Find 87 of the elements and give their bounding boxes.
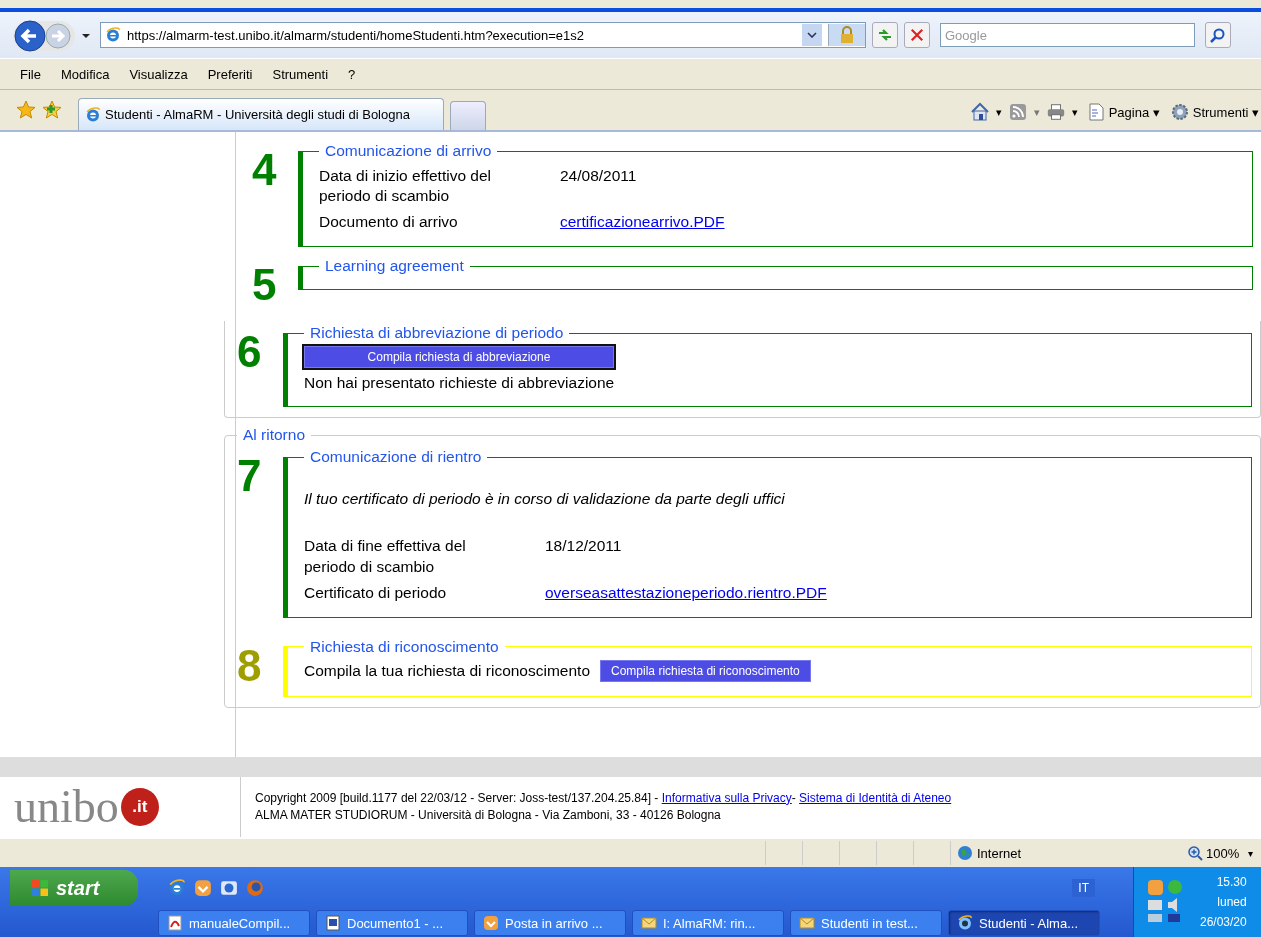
menu-item[interactable]: Preferiti: [207, 66, 253, 82]
document-icon: [325, 915, 341, 931]
address-text: ALMA MATER STUDIORUM - Università di Bologna - Via Zamboni, 33 - 40126 Bologna: [255, 807, 722, 824]
search-icon: [1210, 27, 1226, 43]
section-number: 7: [237, 450, 263, 499]
browser-tab[interactable]: Studenti - AlmaRM - Università degli studi di Bologna: [78, 98, 444, 130]
search-field[interactable]: Google: [940, 23, 1195, 47]
start-button[interactable]: start: [10, 870, 138, 906]
field-value: 18/12/2011: [545, 536, 623, 557]
feed-icon[interactable]: [1007, 102, 1028, 122]
menu-item[interactable]: File: [20, 66, 41, 82]
menu-item[interactable]: Strumenti: [272, 66, 329, 82]
browser-icon: [85, 106, 101, 123]
menu-item[interactable]: ?: [348, 66, 356, 82]
section-title: Richiesta di abbreviazione di periodo: [309, 324, 565, 343]
printer-icon[interactable]: [1045, 102, 1066, 122]
request-button[interactable]: Compila richiesta di abbreviazione: [304, 346, 614, 369]
dropdown-icon[interactable]: [802, 24, 822, 46]
add-favorite-icon[interactable]: [42, 100, 62, 120]
padlock-icon[interactable]: [828, 24, 865, 46]
caret-icon[interactable]: ▾: [995, 105, 1002, 119]
copyright-text: Copyright 2009 [build.1177 del 22/03/12 - Server: Joss-test/137.204.25.84] -: [255, 790, 660, 805]
clock-day: luned: [1217, 895, 1247, 909]
request-button[interactable]: Compila richiesta di riconoscimento: [600, 659, 811, 682]
star-icon[interactable]: [16, 100, 36, 120]
browser-icon: [957, 915, 973, 931]
file-link[interactable]: certificazionearrivo.PDF: [560, 212, 1236, 233]
section-title: Learning agreement: [324, 257, 465, 276]
search-button[interactable]: [1205, 22, 1231, 48]
security-zone: Internet: [950, 841, 1167, 865]
action-text: Compila la tua richiesta di riconoscimento: [304, 661, 591, 680]
separator-text: -: [791, 790, 797, 805]
command-menu[interactable]: Pagina ▾: [1083, 102, 1162, 122]
section-number: 8: [237, 639, 263, 688]
section-number: 6: [237, 326, 263, 375]
menu-item[interactable]: Visualizza: [129, 66, 188, 82]
section-title: Comunicazione di arrivo: [324, 142, 493, 160]
privacy-link[interactable]: Informativa sulla Privacy: [661, 790, 792, 805]
zoom-control[interactable]: 100% ▾: [1187, 845, 1254, 861]
pdf-icon: [167, 915, 183, 931]
address-text: https://almarm-test.unibo.it/almarm/studenti/homeStudenti.htm?execution=e1s2: [127, 27, 586, 43]
taskbar-button[interactable]: I: AlmaRM: rin...: [632, 910, 784, 936]
browser-icon: [168, 879, 186, 897]
section-number: 4: [252, 144, 278, 192]
university-logo[interactable]: unibo .it: [0, 777, 241, 837]
tab-title: Studenti - AlmaRM - Università degli studi di Bologna: [105, 107, 410, 122]
taskbar-button[interactable]: Documento1 - ...: [316, 910, 468, 936]
zoom-icon: [1187, 845, 1203, 861]
taskbar-button[interactable]: manualeCompil...: [158, 910, 310, 936]
menu-item[interactable]: Modifica: [60, 66, 110, 82]
language-indicator[interactable]: IT: [1072, 879, 1095, 897]
caret-icon[interactable]: ▾: [1071, 105, 1078, 119]
identity-link[interactable]: Sistema di Identità di Ateneo: [799, 790, 952, 805]
taskbar-button[interactable]: Studenti in test...: [790, 910, 942, 936]
mail-app-icon: [483, 915, 499, 931]
browser-icon: [105, 27, 121, 43]
field-value: 24/08/2011: [560, 166, 638, 186]
windows-logo-icon: [30, 878, 50, 898]
field-label: Documento di arrivo: [319, 212, 459, 233]
envelope-icon: [799, 915, 815, 931]
envelope-icon: [641, 915, 657, 931]
section-number: 5: [252, 259, 278, 308]
section-title: Comunicazione di rientro: [309, 448, 483, 467]
close-icon: [910, 28, 924, 42]
field-label: Data di fine effettiva del periodo di scambio: [304, 536, 467, 577]
clock-time: 15.30: [1216, 875, 1247, 889]
field-label: Data di inizio effettivo del periodo di scambio: [319, 166, 493, 207]
stop-button[interactable]: [904, 22, 930, 48]
refresh-button[interactable]: [872, 22, 898, 48]
file-link[interactable]: overseasattestazioneperiodo.rientro.PDF: [545, 582, 1235, 603]
caret-icon[interactable]: ▾: [1033, 105, 1040, 119]
clock-date: 26/03/20: [1200, 915, 1247, 929]
status-message: Il tuo certificato di periodo è in corso di validazione da parte degli uffici: [304, 490, 786, 509]
taskbar-button[interactable]: Posta in arrivo ...: [474, 910, 626, 936]
section-title: Richiesta di riconoscimento: [309, 637, 500, 656]
address-field[interactable]: https://almarm-test.unibo.it/almarm/studenti/homeStudenti.htm?execution=e1s2: [100, 22, 866, 48]
navigation-buttons-drawing[interactable]: [12, 17, 92, 53]
refresh-icon: [877, 27, 893, 43]
command-menu[interactable]: Strumenti ▾: [1167, 102, 1261, 122]
home-icon[interactable]: [969, 102, 990, 122]
taskbar-button[interactable]: Studenti - Alma...: [948, 910, 1100, 936]
globe-icon: [957, 845, 973, 861]
gear-icon: [1169, 102, 1190, 122]
field-label: Certificato di periodo: [304, 582, 448, 603]
group-title: Al ritorno: [242, 426, 307, 445]
mail-app-icon[interactable]: [194, 879, 212, 897]
status-text: Non hai presentato richieste di abbreviazione: [304, 374, 616, 393]
